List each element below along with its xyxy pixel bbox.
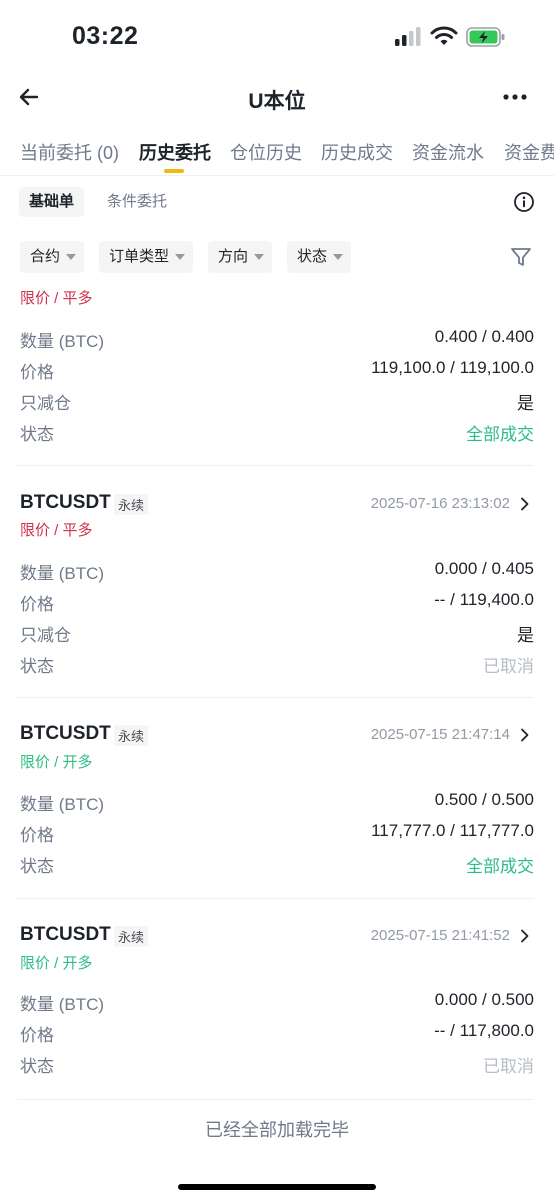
status-label: 状态 [20, 857, 54, 876]
divider [17, 898, 534, 899]
reduce-only-value: 是 [517, 394, 534, 413]
caret-down-icon [66, 254, 77, 261]
quantity-label: 数量 (BTC) [20, 795, 105, 814]
price-label: 价格 [20, 363, 54, 382]
price-value: -- / 117,800.0 [434, 1021, 534, 1040]
reduce-only-label: 只减仓 [20, 626, 71, 645]
price-value: 119,100.0 / 119,100.0 [371, 358, 534, 377]
order-symbol: BTCUSDT [20, 723, 111, 744]
price-label: 价格 [20, 826, 54, 845]
order-type: 限价 / 平多 [20, 522, 93, 539]
subtab-conditional-orders[interactable]: 条件委托 [97, 187, 177, 217]
order-time: 2025-07-15 21:41:52 [370, 927, 510, 944]
filter-order-type-label: 订单类型 [109, 248, 170, 265]
battery-charging-icon [466, 27, 505, 47]
funnel-icon[interactable] [509, 245, 533, 269]
price-label: 价格 [20, 595, 54, 614]
tab-bar: 当前委托 (0) 历史委托 仓位历史 历史成交 资金流水 资金费 [0, 122, 554, 176]
status-value: 已取消 [483, 657, 534, 676]
filter-contract[interactable]: 合约 [20, 241, 85, 273]
tab-trade-history[interactable]: 历史成交 [321, 139, 393, 165]
divider [17, 465, 534, 466]
reduce-only-value: 是 [517, 626, 534, 645]
filter-contract-label: 合约 [30, 248, 61, 265]
filter-direction-label: 方向 [218, 248, 249, 265]
caret-down-icon [175, 254, 186, 261]
header: U本位 [0, 76, 554, 122]
quantity-value: 0.500 / 0.500 [434, 790, 534, 809]
perpetual-badge: 永续 [114, 725, 149, 746]
status-time: 03:22 [72, 22, 139, 50]
filter-order-type[interactable]: 订单类型 [99, 241, 194, 273]
order-symbol: BTCUSDT [20, 492, 111, 513]
quantity-label: 数量 (BTC) [20, 332, 105, 351]
tab-order-history[interactable]: 历史委托 [139, 139, 211, 165]
subtab-basic-orders[interactable]: 基础单 [19, 187, 85, 217]
cellular-signal-icon [395, 27, 421, 46]
divider [17, 697, 534, 698]
filter-status-label: 状态 [297, 248, 328, 265]
order-type: 限价 / 开多 [20, 754, 93, 771]
wifi-icon [430, 26, 458, 45]
price-label: 价格 [20, 1026, 54, 1045]
tab-position-history[interactable]: 仓位历史 [230, 139, 302, 165]
chevron-right-icon[interactable] [518, 497, 532, 511]
status-label: 状态 [20, 425, 54, 444]
chevron-right-icon[interactable] [518, 929, 532, 943]
tab-current-orders[interactable]: 当前委托 (0) [20, 139, 119, 165]
more-dots-icon[interactable] [500, 84, 530, 110]
status-bar: 03:22 [0, 0, 554, 76]
caret-down-icon [254, 254, 265, 261]
order-symbol: BTCUSDT [20, 924, 111, 945]
quantity-value: 0.400 / 0.400 [434, 327, 534, 346]
order-type: 限价 / 开多 [20, 955, 93, 972]
end-of-list-text: 已经全部加载完毕 [205, 1120, 349, 1140]
quantity-label: 数量 (BTC) [20, 995, 105, 1014]
reduce-only-label: 只减仓 [20, 394, 71, 413]
status-value: 全部成交 [466, 425, 534, 444]
order-type: 限价 / 平多 [20, 290, 93, 307]
quantity-label: 数量 (BTC) [20, 564, 105, 583]
tab-funding-fee[interactable]: 资金费 [504, 139, 554, 165]
chevron-right-icon[interactable] [518, 728, 532, 742]
perpetual-badge: 永续 [114, 926, 149, 947]
quantity-value: 0.000 / 0.405 [434, 559, 534, 578]
status-label: 状态 [20, 657, 54, 676]
page: 03:22 U本位 当前委托 (0) 历史委托 仓位历史 历史成交 资金流水 资… [0, 0, 554, 1200]
page-title: U本位 [248, 90, 306, 113]
price-value: -- / 119,400.0 [434, 590, 534, 609]
status-value: 全部成交 [466, 857, 534, 876]
filter-status[interactable]: 状态 [287, 241, 352, 273]
quantity-value: 0.000 / 0.500 [434, 990, 534, 1009]
home-indicator[interactable] [178, 1184, 376, 1190]
active-tab-indicator [164, 169, 184, 173]
perpetual-badge: 永续 [114, 494, 149, 515]
info-circle-icon[interactable] [513, 191, 535, 213]
status-value: 已取消 [483, 1057, 534, 1076]
divider [17, 1099, 534, 1100]
filter-direction[interactable]: 方向 [208, 241, 273, 273]
price-value: 117,777.0 / 117,777.0 [371, 821, 534, 840]
tab-transaction-history[interactable]: 资金流水 [412, 139, 484, 165]
order-time: 2025-07-16 23:13:02 [370, 495, 510, 512]
caret-down-icon [333, 254, 344, 261]
order-time: 2025-07-15 21:47:14 [370, 726, 510, 743]
status-label: 状态 [20, 1057, 54, 1076]
